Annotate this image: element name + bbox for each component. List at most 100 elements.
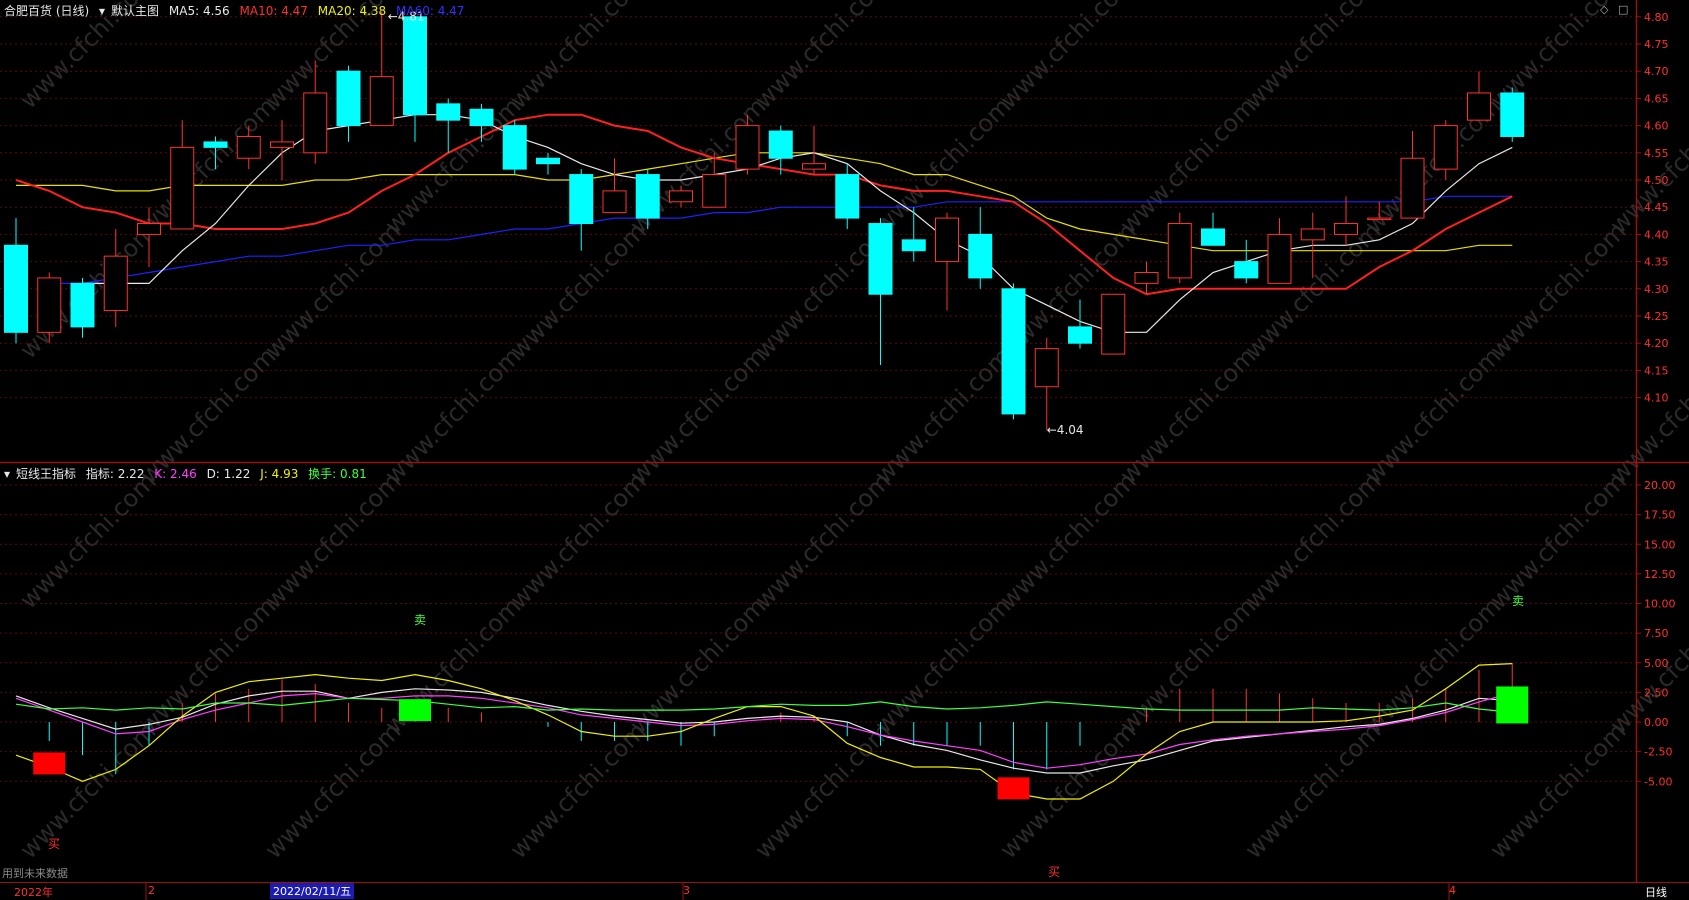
price-tick-label: 4.55 — [1644, 147, 1669, 160]
candle-body-down — [835, 174, 860, 219]
watermark-text: www.cfchi.com — [869, 592, 1016, 739]
indicator-tick-label: 0.00 — [1644, 716, 1669, 729]
indicator-tick-label: -5.00 — [1644, 775, 1672, 788]
candle-body-down — [502, 125, 527, 170]
candle-body-up — [170, 146, 195, 230]
chevron-down-icon[interactable]: ▾ — [4, 467, 10, 481]
month-label-2: 3 — [683, 884, 690, 897]
price-tick-label: 4.25 — [1644, 310, 1669, 323]
future-data-note: 用到未来数据 — [2, 867, 68, 880]
candle — [403, 16, 427, 142]
watermark-text: www.cfchi.com — [1359, 342, 1506, 489]
candle-body-up — [1101, 293, 1126, 355]
candle — [70, 277, 95, 338]
candle-body-down — [70, 282, 95, 328]
candle-body-down — [436, 103, 461, 121]
indicator-name[interactable]: 短线王指标 — [16, 467, 76, 481]
price-tick-label: 4.70 — [1644, 65, 1669, 78]
candle — [602, 158, 627, 214]
watermark-text: www.cfchi.com — [504, 717, 651, 864]
price-tick-label: 4.75 — [1644, 38, 1669, 51]
candle — [1467, 71, 1491, 121]
candle-body-down — [1201, 228, 1225, 246]
candle — [1201, 212, 1225, 246]
candle-body-up — [1167, 223, 1192, 279]
candle-body-up — [1400, 157, 1425, 219]
price-tick-label: 4.50 — [1644, 174, 1669, 187]
candle — [170, 120, 195, 230]
candle-body-up — [1433, 125, 1458, 170]
price-tick-label: 4.40 — [1644, 228, 1669, 241]
candle-body-down — [569, 174, 594, 225]
indicator-tick-label: 7.50 — [1644, 627, 1669, 640]
indicator-tick-label: 15.00 — [1644, 538, 1676, 551]
indicator-tick-label: 2.50 — [1644, 686, 1669, 699]
candle-body-down — [536, 157, 560, 165]
candle — [868, 218, 893, 365]
watermark-text: www.cfchi.com — [869, 92, 1016, 239]
candle-body-down — [968, 233, 993, 279]
price-tick-label: 4.65 — [1644, 92, 1669, 105]
candle — [968, 207, 993, 289]
ma10-value: MA10: 4.47 — [239, 4, 308, 18]
indicator-header: ▾ 短线王指标 指标: 2.22 K: 2.46 D: 1.22 J: 4.93 … — [4, 465, 373, 482]
watermark-text: www.cfchi.com — [624, 592, 771, 739]
candle — [1500, 87, 1525, 142]
date-axis[interactable]: 2022年 2 2022/02/11/五 3 4 日线 — [0, 882, 1689, 900]
ma5-value: MA5: 4.56 — [168, 4, 230, 18]
indicator-tick-label: 5.00 — [1644, 657, 1669, 670]
sell-signal-box — [1496, 686, 1529, 724]
candle-body-down — [4, 244, 28, 333]
candle — [935, 212, 959, 311]
watermark-text: www.cfchi.com — [1239, 717, 1386, 864]
candle — [1267, 218, 1292, 284]
watermark-text: www.cfchi.com — [1239, 467, 1386, 614]
candle-body-down — [768, 130, 793, 159]
k-value: K: 2.46 — [154, 467, 197, 481]
indicator-value: 指标: 2.22 — [85, 467, 145, 481]
low-price-label: ←4.04 — [1047, 423, 1084, 437]
watermark-text: www.cfchi.com — [1484, 717, 1631, 864]
watermark-text: www.cfchi.com — [749, 717, 896, 864]
indicator-tick-label: 17.50 — [1644, 509, 1676, 522]
watermark-text: www.cfchi.com — [1604, 92, 1689, 239]
price-tick-label: 4.35 — [1644, 256, 1669, 269]
candle-body-up — [1034, 348, 1059, 388]
ma60-line — [49, 195, 1513, 284]
candle-body-down — [1068, 326, 1092, 344]
month-label-3: 4 — [1449, 884, 1456, 897]
price-tick-label: 4.10 — [1644, 392, 1669, 405]
restore-window-icon[interactable]: □ — [1618, 3, 1628, 16]
candle-body-up — [236, 135, 261, 159]
watermark-text: www.cfchi.com — [1484, 467, 1631, 614]
sell-signal-box — [399, 699, 431, 722]
candle — [502, 120, 527, 175]
watermark-text: www.cfchi.com — [749, 467, 896, 614]
indicator-tick-label: 10.00 — [1644, 598, 1676, 611]
stock-title[interactable]: 合肥百货 (日线) — [4, 4, 89, 18]
diamond-icon[interactable]: ◇ — [1600, 3, 1608, 16]
watermark-text: www.cfchi.com — [1484, 217, 1631, 364]
price-tick-label: 4.15 — [1644, 364, 1669, 377]
price-tick-label: 4.80 — [1644, 11, 1669, 24]
d-value: D: 1.22 — [206, 467, 251, 481]
period-label[interactable]: 日线 — [1645, 884, 1667, 900]
template-name[interactable]: 默认主图 — [111, 4, 159, 18]
candle-body-up — [103, 255, 128, 312]
indicator-line-0 — [15, 688, 1513, 774]
candle-body-up — [1300, 228, 1325, 241]
watermark-text: www.cfchi.com — [504, 467, 651, 614]
chevron-down-icon[interactable]: ▾ — [99, 4, 105, 18]
candle — [270, 120, 294, 180]
candle-body-up — [1467, 92, 1491, 121]
turnover-value: 换手: 0.81 — [308, 467, 367, 481]
month-label-1: 2 — [148, 884, 155, 897]
watermark-text: www.cfchi.com — [1114, 592, 1261, 739]
candle — [802, 125, 826, 175]
stock-chart[interactable]: www.cfchi.com www.cfchi.com www.cfchi.com w… — [0, 0, 1689, 900]
indicator-tick-label: 20.00 — [1644, 479, 1676, 492]
candle — [835, 163, 860, 229]
indicator-panel[interactable] — [15, 663, 1513, 800]
candle-body-down — [1234, 261, 1259, 279]
candle-body-up — [303, 92, 328, 154]
